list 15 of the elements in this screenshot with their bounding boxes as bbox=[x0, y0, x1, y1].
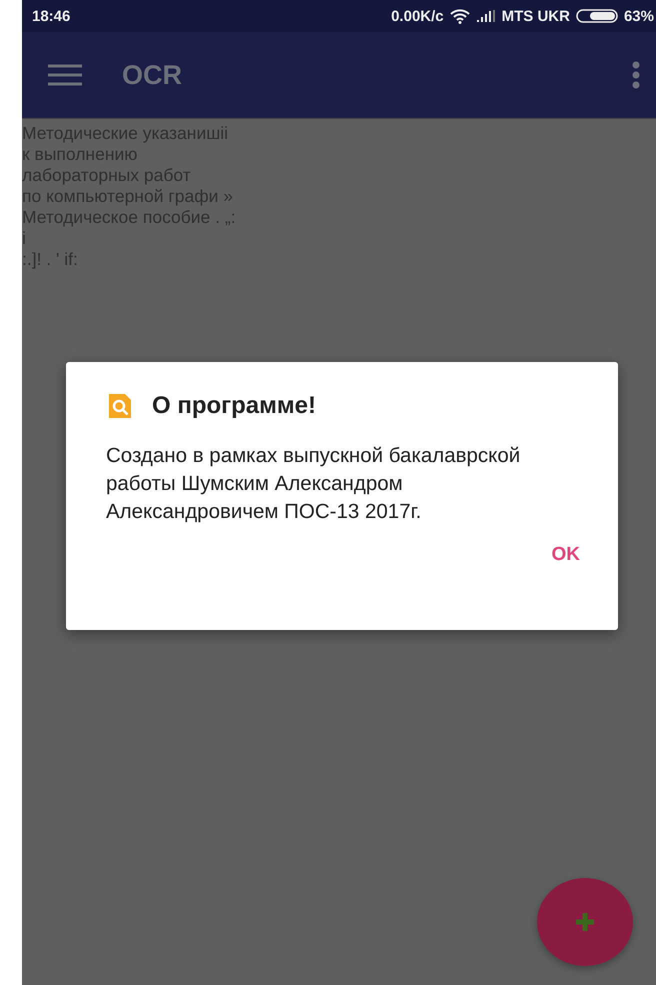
dialog-message: Создано в рамках выпускной бакалаврской работы Шумским Александром Александровичем ПОС-13 2017г. bbox=[106, 443, 522, 525]
plus-icon bbox=[574, 911, 596, 933]
signal-icon bbox=[476, 10, 496, 22]
carrier-name: MTS UKR bbox=[502, 8, 570, 24]
menu-icon[interactable] bbox=[48, 64, 82, 86]
more-options-icon[interactable] bbox=[632, 61, 640, 89]
app-title: OCR bbox=[122, 60, 183, 90]
battery-icon bbox=[576, 9, 618, 23]
wifi-icon bbox=[450, 8, 470, 24]
battery-percent: 63% bbox=[624, 8, 654, 24]
document-search-icon bbox=[106, 392, 134, 420]
network-speed: 0.00K/c bbox=[391, 8, 444, 24]
dialog-title: О программе! bbox=[152, 392, 316, 420]
ok-button[interactable]: OK bbox=[540, 536, 592, 574]
status-time: 18:46 bbox=[32, 8, 70, 24]
